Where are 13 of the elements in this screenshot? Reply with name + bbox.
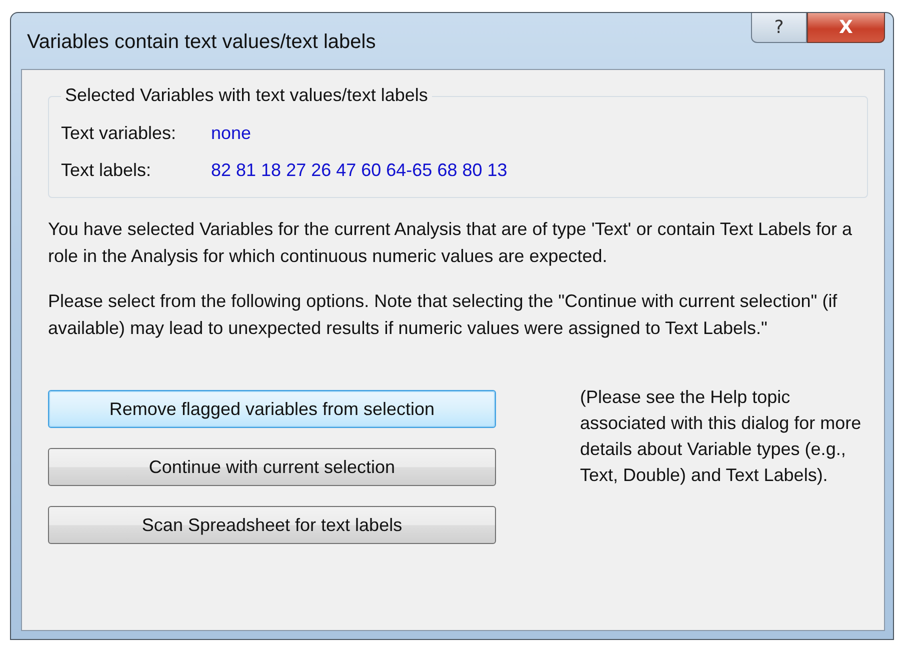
field-value: 82 81 18 27 26 47 60 64-65 68 80 13 [211, 160, 508, 181]
close-button[interactable]: X [807, 13, 885, 43]
help-button[interactable]: ? [751, 13, 807, 43]
field-value: none [211, 123, 252, 144]
action-button[interactable]: Remove flagged variables from selection [48, 390, 496, 428]
message-text: Please select from the following options. Note that selecting the "Continue with current selection" (if available) may lead to unexpected results if numeric values were assigned to Text Labels." [48, 290, 838, 340]
action-button[interactable]: Continue with current selection [48, 448, 496, 486]
field-label: Text variables: [61, 123, 178, 144]
window-title: Variables contain text values/text labels [27, 31, 376, 54]
message-text: You have selected Variables for the current Analysis that are of type 'Text' or contain Text Labels for a role in the Analysis for which continuous numeric values are expected. [48, 218, 854, 268]
action-button[interactable]: Scan Spreadsheet for text labels [48, 506, 496, 544]
help-note: (Please see the Help topic associated with this dialog for more details about Variable types (e.g., Text, Double) and Text Labels). [580, 386, 862, 487]
field-label: Text labels: [61, 160, 152, 181]
